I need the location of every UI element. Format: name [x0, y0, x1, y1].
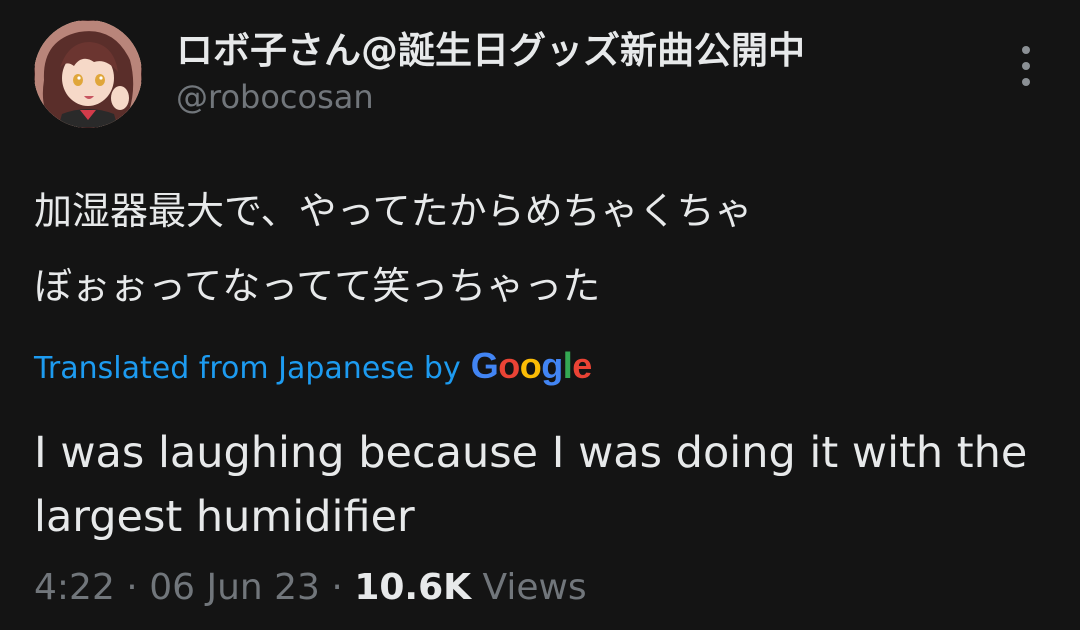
more-vertical-icon[interactable] — [1014, 46, 1038, 86]
avatar-illustration — [34, 20, 142, 128]
google-letter: o — [519, 345, 542, 386]
more-dot — [1022, 78, 1030, 86]
google-letter: e — [572, 345, 592, 386]
google-letter: o — [498, 345, 520, 386]
author-names: ロボ子さん@誕生日グッズ新曲公開中 @robocosan — [176, 28, 805, 118]
translation-attribution[interactable]: Translated from Japanese by Google — [34, 346, 1046, 389]
profile-avatar[interactable] — [34, 20, 142, 128]
google-letter: G — [470, 345, 499, 386]
translated-from-label: Translated from Japanese by — [34, 351, 461, 386]
original-line: ぼぉぉってなってて笑っちゃった — [34, 264, 601, 308]
tweet-time[interactable]: 4:22 — [34, 567, 115, 608]
tweet-original-text: 加湿器最大で、やってたからめちゃくちゃ ぼぉぉってなってて笑っちゃった — [34, 174, 1044, 324]
tweet-translation-text: I was laughing because I was doing it wi… — [34, 428, 1028, 542]
google-logo: Google — [470, 345, 593, 386]
more-dot — [1022, 62, 1030, 70]
user-handle[interactable]: @robocosan — [176, 76, 805, 118]
original-line: 加湿器最大で、やってたからめちゃくちゃ — [34, 189, 753, 233]
tweet-card: ロボ子さん@誕生日グッズ新曲公開中 @robocosan 加湿器最大で、やってた… — [0, 0, 1080, 630]
display-name[interactable]: ロボ子さん@誕生日グッズ新曲公開中 — [176, 28, 805, 74]
meta-separator: · — [126, 567, 138, 608]
google-letter: l — [562, 345, 573, 386]
more-dot — [1022, 46, 1030, 54]
tweet-date[interactable]: 06 Jun 23 — [149, 567, 320, 608]
views-count[interactable]: 10.6K — [354, 567, 471, 608]
meta-separator: · — [331, 567, 343, 608]
tweet-meta: 4:22 · 06 Jun 23 · 10.6K Views — [34, 566, 587, 610]
tweet-header: ロボ子さん@誕生日グッズ新曲公開中 @robocosan — [34, 18, 1046, 136]
google-letter: g — [541, 345, 563, 386]
views-label: Views — [482, 567, 587, 608]
